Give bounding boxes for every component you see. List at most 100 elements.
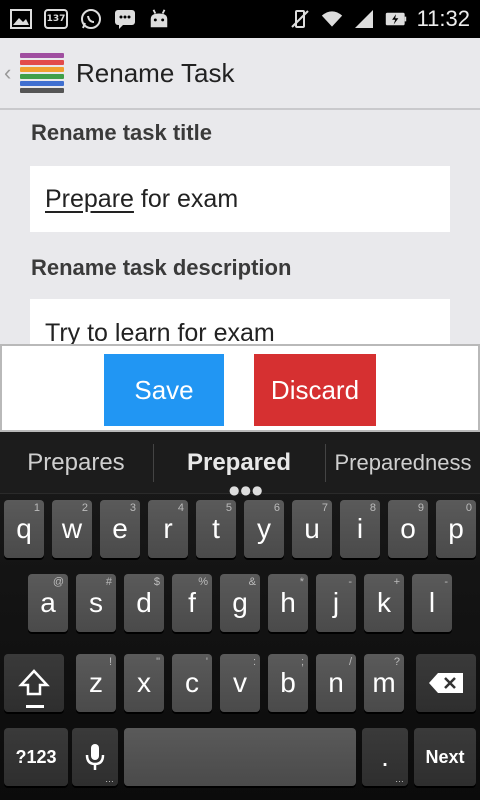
cell-signal-icon	[353, 8, 375, 30]
key-hint: ?	[393, 656, 400, 668]
key-a[interactable]: @ a	[28, 574, 68, 632]
key-hint: 4	[177, 502, 184, 514]
key-label: x	[137, 667, 151, 698]
key-label: o	[400, 513, 416, 544]
image-notification-icon	[10, 8, 32, 30]
key-o[interactable]: 9o	[388, 500, 428, 558]
key-hint: @	[52, 576, 64, 588]
key-hint: 2	[81, 502, 88, 514]
period-key[interactable]: . …	[362, 728, 408, 786]
key-h[interactable]: * h	[268, 574, 308, 632]
key-hint: -	[444, 576, 448, 588]
notification-count-icon: 137	[44, 9, 68, 29]
key-u[interactable]: 7u	[292, 500, 332, 558]
voice-input-key[interactable]: …	[72, 728, 118, 786]
save-button[interactable]: Save	[104, 354, 224, 426]
key-l[interactable]: -l	[412, 574, 452, 632]
key-x[interactable]: " x	[124, 654, 164, 712]
key-hint: +	[393, 576, 400, 588]
suggestion-3[interactable]: Preparedness	[326, 432, 480, 494]
task-description-input[interactable]: Try to learn for exam	[30, 299, 450, 344]
key-label: i	[356, 513, 364, 544]
key-f[interactable]: % f	[172, 574, 212, 632]
status-bar: 137 11:32	[0, 0, 480, 38]
key-t[interactable]: 5t	[196, 500, 236, 558]
key-p[interactable]: 0p	[436, 500, 476, 558]
discard-button[interactable]: Discard	[254, 354, 376, 426]
key-c[interactable]: ' c	[172, 654, 212, 712]
space-key[interactable]	[124, 728, 356, 786]
battery-charging-icon	[385, 8, 407, 30]
key-label: k	[377, 587, 391, 618]
action-bar: ‹ Rename Task	[0, 38, 480, 110]
key-g[interactable]: & g	[220, 574, 260, 632]
android-debug-icon	[148, 8, 170, 30]
key-j[interactable]: -j	[316, 574, 356, 632]
key-e[interactable]: 3e	[100, 500, 140, 558]
key-label: g	[232, 587, 248, 618]
key-m[interactable]: ? m	[364, 654, 404, 712]
key-z[interactable]: ! z	[76, 654, 116, 712]
rename-form: Rename task title Prepare for exam Renam…	[0, 110, 480, 344]
key-label: t	[212, 513, 220, 544]
key-q[interactable]: 1q	[4, 500, 44, 558]
key-hint: 0	[465, 502, 472, 514]
key-label: s	[89, 587, 103, 618]
wifi-icon	[321, 8, 343, 30]
title-label: Rename task title	[31, 120, 212, 145]
key-hint: #	[105, 576, 112, 588]
key-label: w	[61, 513, 83, 544]
key-hint: 6	[273, 502, 280, 514]
key-label: e	[112, 513, 128, 544]
key-label: b	[280, 667, 296, 698]
symbols-key[interactable]: ?123	[4, 728, 68, 786]
back-caret-icon[interactable]: ‹	[4, 60, 16, 86]
backspace-key[interactable]	[416, 654, 476, 712]
task-title-input[interactable]: Prepare for exam	[30, 166, 450, 232]
key-r[interactable]: 4r	[148, 500, 188, 558]
key-label: y	[257, 513, 271, 544]
key-hint: &	[248, 576, 256, 588]
key-n[interactable]: / n	[316, 654, 356, 712]
title-value-rest: for exam	[133, 184, 239, 213]
page-title: Rename Task	[76, 57, 235, 88]
key-hint: 8	[369, 502, 376, 514]
key-hint: :	[252, 656, 256, 668]
key-hint: 9	[417, 502, 424, 514]
key-label: p	[448, 513, 464, 544]
key-b[interactable]: ; b	[268, 654, 308, 712]
key-d[interactable]: $ d	[124, 574, 164, 632]
key-label: a	[40, 587, 56, 618]
next-key[interactable]: Next	[414, 728, 476, 786]
key-hint: 3	[129, 502, 136, 514]
more-suggestions-icon[interactable]: ●●●	[229, 483, 263, 497]
key-hint: 5	[225, 502, 232, 514]
key-label: r	[163, 513, 173, 544]
key-label: f	[188, 587, 196, 618]
app-logo-icon[interactable]	[20, 51, 64, 95]
key-hint: %	[198, 576, 208, 588]
key-y[interactable]: 6y	[244, 500, 284, 558]
composing-word: Prepare	[45, 184, 134, 213]
key-v[interactable]: :v	[220, 654, 260, 712]
shift-key[interactable]	[4, 654, 64, 712]
soft-keyboard: Prepares Prepared Preparedness ●●● 1q2w3…	[0, 432, 480, 800]
key-label: j	[332, 587, 340, 618]
whatsapp-icon	[80, 8, 102, 30]
key-w[interactable]: 2w	[52, 500, 92, 558]
key-s[interactable]: # s	[76, 574, 116, 632]
key-hint: /	[348, 656, 352, 668]
key-hint: *	[299, 576, 304, 588]
button-bar: Save Discard	[0, 344, 480, 432]
clock: 11:32	[416, 6, 470, 31]
key-label: n	[328, 667, 344, 698]
key-hint: $	[153, 576, 160, 588]
key-label: v	[233, 667, 247, 698]
key-i[interactable]: 8i	[340, 500, 380, 558]
key-hint: 1	[33, 502, 40, 514]
suggestion-1[interactable]: Prepares	[0, 432, 152, 494]
key-label: c	[185, 667, 199, 698]
key-k[interactable]: + k	[364, 574, 404, 632]
key-hint: 7	[321, 502, 328, 514]
key-label: h	[280, 587, 296, 618]
